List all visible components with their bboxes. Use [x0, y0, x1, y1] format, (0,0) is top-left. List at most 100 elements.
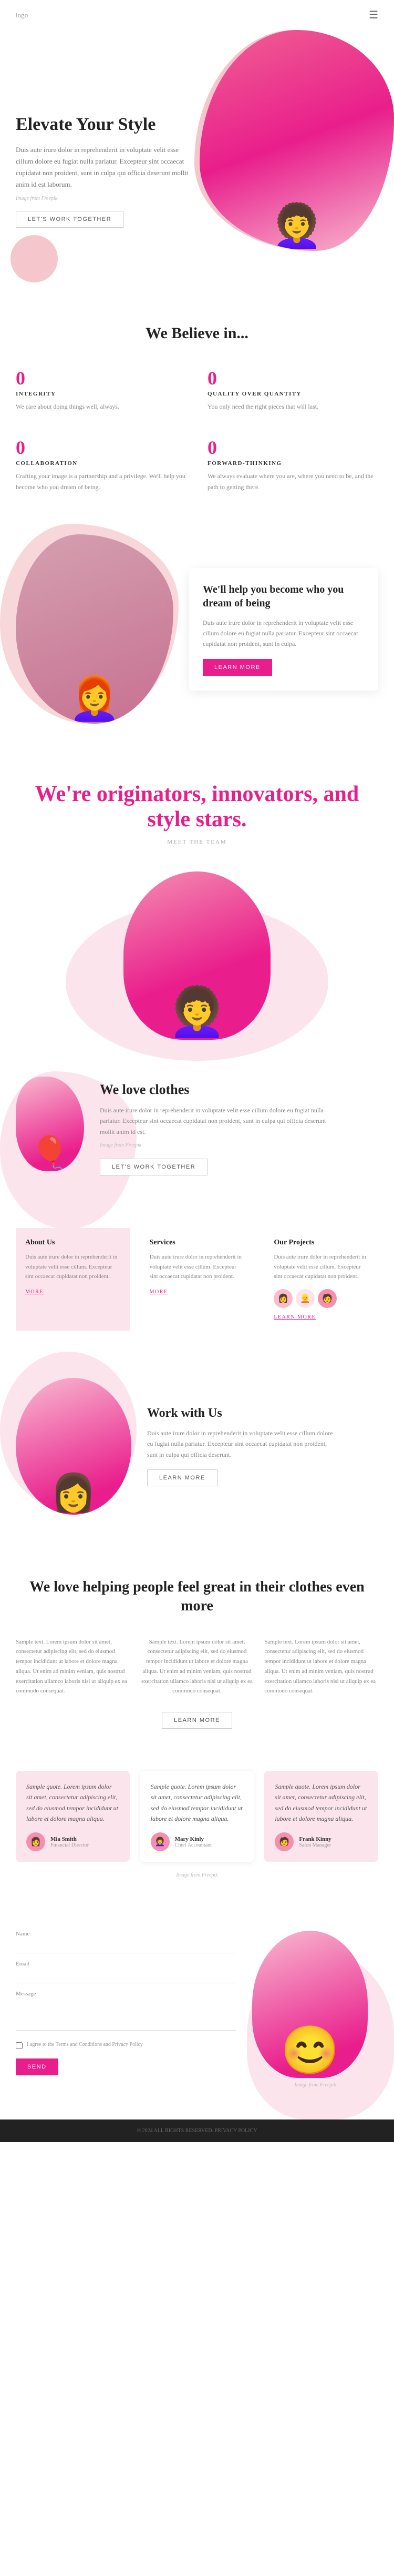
believe-text-forward: We always evaluate where you are, where … — [208, 471, 378, 492]
col-thumb-2: 👱 — [296, 1289, 315, 1308]
believe-num-3: 0 — [208, 438, 378, 457]
testimonial-info-2: Mary Kinly Chief Accountant — [175, 1836, 212, 1848]
testimonial-info-3: Frank Kinny Salon Manager — [299, 1836, 331, 1848]
footer-text: © 2024 ALL RIGHTS RESERVED. PRIVACY POLI… — [16, 2128, 378, 2134]
testimonial-info-1: Mia Smith Financial Director — [50, 1836, 89, 1848]
testimonial-role-2: Chief Accountant — [175, 1842, 212, 1848]
contact-submit-button[interactable]: SEND — [16, 2058, 58, 2075]
clothes-text: Duis aute irure dolor in reprehenderit i… — [100, 1105, 331, 1137]
form-checkbox[interactable] — [16, 2042, 23, 2049]
form-group-message: Message — [16, 1991, 236, 2033]
testimonial-name-3: Frank Kinny — [299, 1836, 331, 1842]
hero-image-credit: Image from Freepik — [16, 196, 194, 201]
believe-num-0: 0 — [16, 369, 186, 388]
form-input-name[interactable] — [16, 1939, 236, 1953]
col-thumb-3: 🧑 — [318, 1289, 337, 1308]
testimonial-name-1: Mia Smith — [50, 1836, 89, 1842]
feel-col-1: Sample text. Lorem ipsum dolor sit amet,… — [16, 1637, 130, 1696]
testimonial-author-2: 👩‍🦱 Mary Kinly Chief Accountant — [151, 1832, 244, 1851]
col-services-title: Services — [150, 1239, 245, 1247]
three-col-section: About Us Duis aute irure dolor in repreh… — [0, 1207, 394, 1352]
testimonial-author-3: 🧑 Frank Kinny Salon Manager — [275, 1832, 368, 1851]
col-about-title: About Us — [25, 1239, 120, 1247]
hero-text: Duis aute irure dolor in reprehenderit i… — [16, 144, 194, 190]
team-row: 👩‍🦱 — [0, 871, 394, 1061]
col-thumb-1: 👩 — [274, 1289, 293, 1308]
form-textarea-message[interactable] — [16, 1999, 236, 2031]
believe-num-2: 0 — [16, 438, 186, 457]
believe-title: We Believe in... — [16, 324, 378, 342]
believe-label-forward: FORWARD-THINKING — [208, 460, 378, 466]
work-content: Work with Us Duis aute irure dolor in re… — [147, 1406, 336, 1486]
contact-image: 😊 — [252, 1931, 368, 2078]
col-services-link[interactable]: MORE — [150, 1289, 245, 1295]
col-about-link[interactable]: MORE — [25, 1289, 120, 1295]
testimonial-avatar-3: 🧑 — [275, 1832, 294, 1851]
believe-section: We Believe in... 0 INTEGRITY We care abo… — [0, 293, 394, 524]
feel-section: We love helping people feel great in the… — [0, 1546, 394, 1760]
work-text: Duis aute irure dolor in reprehenderit i… — [147, 1428, 336, 1460]
believe-label-quality: QUALITY OVER QUANTITY — [208, 391, 378, 397]
form-checkbox-wrap: I agree to the Terms and Conditions and … — [16, 2041, 236, 2049]
form-input-email[interactable] — [16, 1969, 236, 1983]
testimonial-role-3: Salon Manager — [299, 1842, 331, 1848]
form-label-message: Message — [16, 1991, 236, 1997]
hero-cta-button[interactable]: LET'S WORK TOGETHER — [16, 211, 123, 228]
col-services: Services Duis aute irure dolor in repreh… — [140, 1228, 254, 1331]
testimonial-avatar-1: 👩 — [26, 1832, 45, 1851]
menu-icon[interactable]: ☰ — [369, 8, 378, 22]
col-projects-thumbs: 👩 👱 🧑 — [274, 1289, 369, 1308]
testimonials-section: Sample quote. Lorem ipsum dolor sit amet… — [0, 1760, 394, 1905]
believe-item-forward: 0 FORWARD-THINKING We always evaluate wh… — [208, 433, 378, 498]
form-check-label: I agree to the Terms and Conditions and … — [27, 2041, 143, 2048]
help-image: 👩‍🦰 — [16, 534, 173, 724]
believe-item-quality: 0 QUALITY OVER QUANTITY You only need th… — [208, 363, 378, 417]
form-group-email: Email — [16, 1961, 236, 1983]
work-section: 👩 Work with Us Duis aute irure dolor in … — [0, 1352, 394, 1546]
feel-col-2: Sample text. Lorem ipsum dolor sit amet,… — [140, 1637, 254, 1696]
feel-col-3: Sample text. Lorem ipsum dolor sit amet,… — [264, 1637, 378, 1696]
help-card: We'll help you become who you dream of b… — [189, 568, 378, 691]
form-group-name: Name — [16, 1931, 236, 1953]
believe-text-integrity: We care about doing things well, always. — [16, 401, 186, 412]
hero-title: Elevate Your Style — [16, 114, 194, 136]
believe-grid: 0 INTEGRITY We care about doing things w… — [16, 363, 378, 498]
believe-label-collaboration: COLLABORATION — [16, 460, 186, 466]
believe-text-quality: You only need the right pieces that will… — [208, 401, 378, 412]
contact-image-credit: Image from Freepik — [252, 2082, 378, 2088]
logo: logo — [16, 11, 28, 19]
help-cta-button[interactable]: LEARN MORE — [203, 659, 272, 676]
col-projects-link[interactable]: LEARN MORE — [274, 1314, 369, 1320]
hero-blob-small — [11, 235, 58, 282]
footer: © 2024 ALL RIGHTS RESERVED. PRIVACY POLI… — [0, 2119, 394, 2142]
clothes-cta-button[interactable]: LET'S WORK TOGETHER — [100, 1159, 208, 1175]
testimonial-name-2: Mary Kinly — [175, 1836, 212, 1842]
testimonial-1: Sample quote. Lorem ipsum dolor sit amet… — [16, 1771, 130, 1862]
hero-section: 👩‍🦱 Elevate Your Style Duis aute irure d… — [0, 30, 394, 293]
believe-item-collaboration: 0 COLLABORATION Crafting your image is a… — [16, 433, 186, 498]
believe-label-integrity: INTEGRITY — [16, 391, 186, 397]
clothes-credit: Image from Freepik — [100, 1142, 378, 1148]
work-cta-button[interactable]: LEARN MORE — [147, 1469, 217, 1486]
col-projects-title: Our Projects — [274, 1239, 369, 1247]
help-card-text: Duis aute irure dolor in reprehenderit i… — [203, 617, 365, 650]
contact-form: Name Email Message I agree to the Terms … — [16, 1931, 236, 2075]
hero-content: Elevate Your Style Duis aute irure dolor… — [16, 51, 194, 228]
feel-cta-button[interactable]: LEARN MORE — [162, 1712, 232, 1729]
testimonial-avatar-2: 👩‍🦱 — [151, 1832, 170, 1851]
originators-section: We're originators, innovators, and style… — [0, 750, 394, 871]
work-title: Work with Us — [147, 1406, 336, 1421]
testimonial-author-1: 👩 Mia Smith Financial Director — [26, 1832, 119, 1851]
clothes-section: 🎈 We love clothes Duis aute irure dolor … — [0, 1061, 394, 1207]
testimonials-grid: Sample quote. Lorem ipsum dolor sit amet… — [16, 1771, 378, 1862]
testimonial-role-1: Financial Director — [50, 1842, 89, 1848]
clothes-title: We love clothes — [100, 1082, 378, 1098]
testimonial-3: Sample quote. Lorem ipsum dolor sit amet… — [264, 1771, 378, 1862]
feel-cols: Sample text. Lorem ipsum dolor sit amet,… — [16, 1637, 378, 1696]
feel-cta-wrap: LEARN MORE — [16, 1712, 378, 1729]
clothes-content: We love clothes Duis aute irure dolor in… — [100, 1082, 378, 1175]
testimonial-quote-3: Sample quote. Lorem ipsum dolor sit amet… — [275, 1781, 368, 1824]
originators-sub: MEET THE TEAM — [16, 839, 378, 845]
believe-text-collaboration: Crafting your image is a partnership and… — [16, 471, 186, 492]
col-services-text: Duis aute irure dolor in reprehenderit i… — [150, 1252, 245, 1282]
